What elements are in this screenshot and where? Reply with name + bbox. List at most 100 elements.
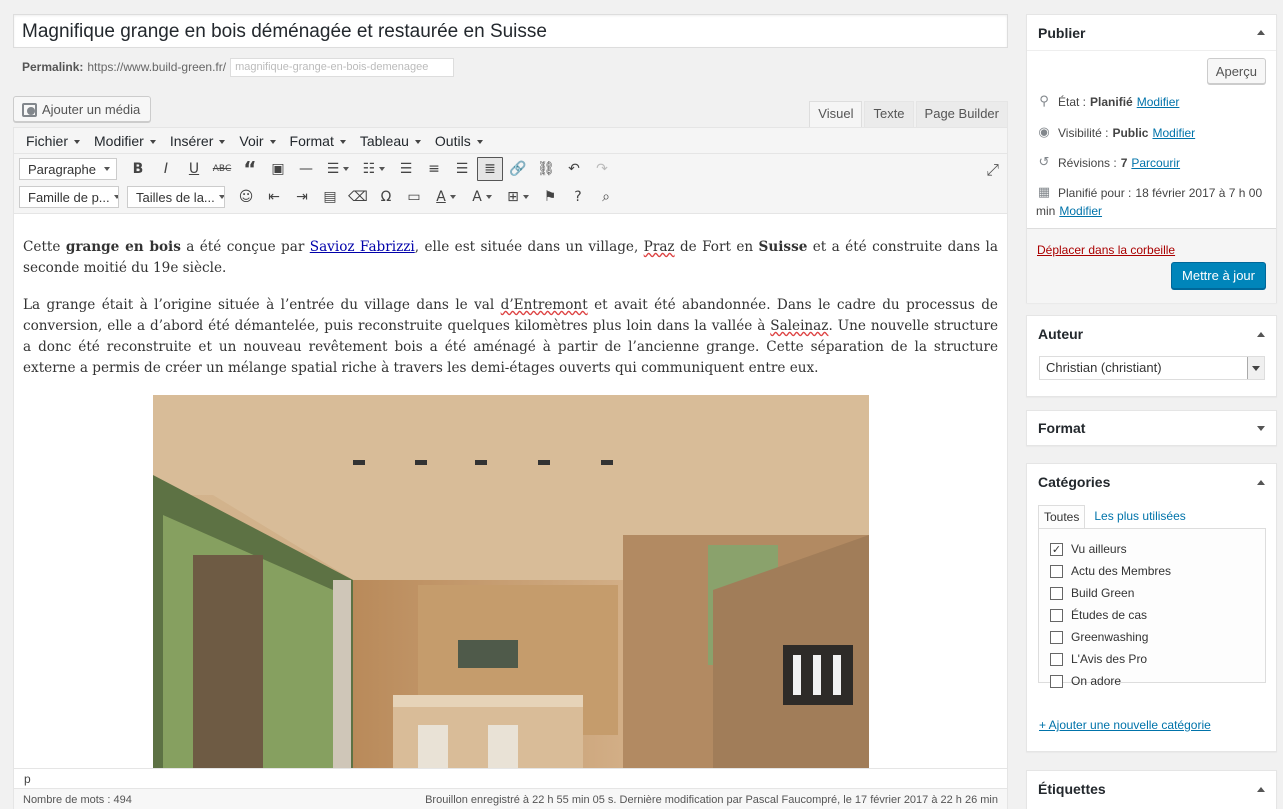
permalink-base[interactable]: https://www.build-green.fr/ — [87, 60, 226, 74]
bold-icon[interactable]: B — [125, 157, 151, 181]
bold-text: grange en bois — [65, 239, 181, 255]
fullscreen-icon[interactable]: ⤢ — [986, 160, 999, 180]
add-media-button[interactable]: Ajouter un média — [13, 96, 152, 122]
post-visibility: ◉ Visibilité : Public Modifier — [1036, 126, 1195, 141]
unlink-icon[interactable]: ⛓ — [533, 157, 559, 181]
undo-icon[interactable]: ↶ — [561, 157, 587, 181]
architect-link[interactable]: Savioz Fabrizzi — [310, 239, 415, 255]
category-item[interactable]: Build Green — [1039, 582, 1265, 604]
text-run: Cette — [23, 239, 66, 255]
update-button[interactable]: Mettre à jour — [1171, 262, 1266, 289]
categories-box-header[interactable]: Catégories — [1027, 464, 1276, 500]
menu-format[interactable]: Format — [286, 133, 350, 149]
menu-file[interactable]: Fichier — [22, 133, 84, 149]
menu-tools[interactable]: Outils — [431, 133, 487, 149]
format-select[interactable]: Paragraphe — [19, 158, 117, 180]
collapse-arrow-icon[interactable] — [1257, 786, 1265, 792]
preview-button[interactable]: Aperçu — [1206, 58, 1266, 84]
checkbox[interactable] — [1050, 608, 1063, 622]
category-item[interactable]: Greenwashing — [1039, 626, 1265, 648]
tab-all-categories[interactable]: Toutes — [1038, 505, 1086, 529]
strikethrough-icon[interactable]: ABC — [209, 157, 235, 181]
text-color-icon[interactable]: A — [429, 185, 463, 209]
edit-schedule-link[interactable]: Modifier — [1059, 204, 1102, 218]
edit-visibility-link[interactable]: Modifier — [1152, 126, 1195, 140]
special-character-icon[interactable]: Ω — [373, 185, 399, 209]
publish-actions: Déplacer dans la corbeille Mettre à jour — [1027, 228, 1276, 303]
tab-text[interactable]: Texte — [864, 101, 914, 127]
font-family-select[interactable]: Famille de p... — [19, 186, 119, 208]
scheduled-value-cont: min — [1036, 204, 1056, 218]
author-box-header[interactable]: Auteur — [1027, 316, 1276, 352]
categories-checklist: ✓ Vu ailleurs Actu des Membres Build Gree… — [1038, 528, 1266, 688]
italic-icon[interactable]: I — [153, 157, 179, 181]
expand-arrow-icon[interactable] — [1257, 425, 1265, 431]
editor-content[interactable]: Cette grange en bois a été conçue par Sa… — [14, 215, 1007, 768]
font-size-select-value: Tailles de la... — [136, 189, 215, 205]
menu-edit[interactable]: Modifier — [90, 133, 160, 149]
paste-text-icon[interactable]: ▤ — [317, 185, 343, 209]
image-icon[interactable]: ▣ — [265, 157, 291, 181]
move-to-trash-link[interactable]: Déplacer dans la corbeille — [1037, 243, 1175, 257]
add-category-link[interactable]: + Ajouter une nouvelle catégorie — [1039, 718, 1211, 732]
background-color-icon[interactable]: A — [465, 185, 499, 209]
browse-revisions-link[interactable]: Parcourir — [1131, 156, 1180, 170]
publish-box: Publier Aperçu ⚲ État : Planifié Modifier ◉… — [1026, 14, 1277, 303]
tab-page-builder[interactable]: Page Builder — [915, 101, 1008, 127]
edit-status-link[interactable]: Modifier — [1137, 95, 1180, 109]
find-icon[interactable]: ⌕ — [593, 185, 619, 209]
content-image[interactable] — [152, 395, 869, 768]
category-item[interactable]: On adore — [1039, 670, 1265, 692]
clear-formatting-icon[interactable]: ⌫ — [345, 185, 371, 209]
bullet-list-icon[interactable]: ☰ — [321, 157, 355, 181]
revisions-icon: ↺ — [1038, 155, 1050, 170]
category-item[interactable]: ✓ Vu ailleurs — [1039, 538, 1265, 560]
blockquote-icon[interactable]: “ — [237, 157, 263, 181]
bookmark-icon[interactable]: ⚑ — [537, 185, 563, 209]
collapse-arrow-icon[interactable] — [1257, 331, 1265, 337]
align-center-icon[interactable]: ≡ — [421, 157, 447, 181]
post-title-input[interactable]: Magnifique grange en bois déménagée et r… — [13, 14, 1008, 48]
align-justify-icon[interactable]: ≣ — [477, 157, 503, 181]
checkbox[interactable] — [1050, 586, 1063, 600]
menu-table[interactable]: Tableau — [356, 133, 425, 149]
link-icon[interactable]: 🔗 — [505, 157, 531, 181]
align-left-icon[interactable]: ☰ — [393, 157, 419, 181]
category-item[interactable]: L'Avis des Pro — [1039, 648, 1265, 670]
redo-icon[interactable]: ↷ — [589, 157, 615, 181]
format-box-header[interactable]: Format — [1027, 411, 1276, 445]
tags-box-header[interactable]: Étiquettes — [1027, 771, 1276, 807]
help-icon[interactable]: ? — [565, 185, 591, 209]
checkbox-checked[interactable]: ✓ — [1050, 542, 1063, 556]
media-icon — [22, 102, 37, 117]
category-label: Greenwashing — [1071, 630, 1149, 644]
page-break-icon[interactable]: ▭ — [401, 185, 427, 209]
checkbox[interactable] — [1050, 674, 1063, 688]
checkbox[interactable] — [1050, 630, 1063, 644]
font-size-select[interactable]: Tailles de la... — [127, 186, 225, 208]
numbered-list-icon[interactable]: ☷ — [357, 157, 391, 181]
collapse-arrow-icon[interactable] — [1257, 30, 1265, 35]
checkbox[interactable] — [1050, 564, 1063, 578]
permalink-slug-input[interactable]: magnifique-grange-en-bois-demenagee — [230, 57, 455, 77]
underline-icon[interactable]: U — [181, 157, 207, 181]
category-item[interactable]: Études de cas — [1039, 604, 1265, 626]
emoticons-icon[interactable]: ☺ — [233, 185, 259, 209]
author-select[interactable]: Christian (christiant) — [1039, 356, 1265, 380]
horizontal-line-icon[interactable]: — — [293, 157, 319, 181]
category-item[interactable]: Actu des Membres — [1039, 560, 1265, 582]
tab-visual[interactable]: Visuel — [809, 101, 863, 127]
text-run: La grange était à l’origine située à l’e… — [23, 297, 501, 313]
menu-view[interactable]: Voir — [235, 133, 279, 149]
tab-popular-categories[interactable]: Les plus utilisées — [1089, 505, 1190, 529]
collapse-arrow-icon[interactable] — [1257, 479, 1265, 485]
menu-insert[interactable]: Insérer — [166, 133, 230, 149]
element-path[interactable]: p — [14, 768, 1007, 788]
author-select-value: Christian (christiant) — [1046, 360, 1162, 375]
publish-box-header[interactable]: Publier — [1027, 15, 1276, 51]
indent-icon[interactable]: ⇥ — [289, 185, 315, 209]
align-right-icon[interactable]: ☰ — [449, 157, 475, 181]
outdent-icon[interactable]: ⇤ — [261, 185, 287, 209]
table-icon[interactable]: ⊞ — [501, 185, 535, 209]
checkbox[interactable] — [1050, 652, 1063, 666]
